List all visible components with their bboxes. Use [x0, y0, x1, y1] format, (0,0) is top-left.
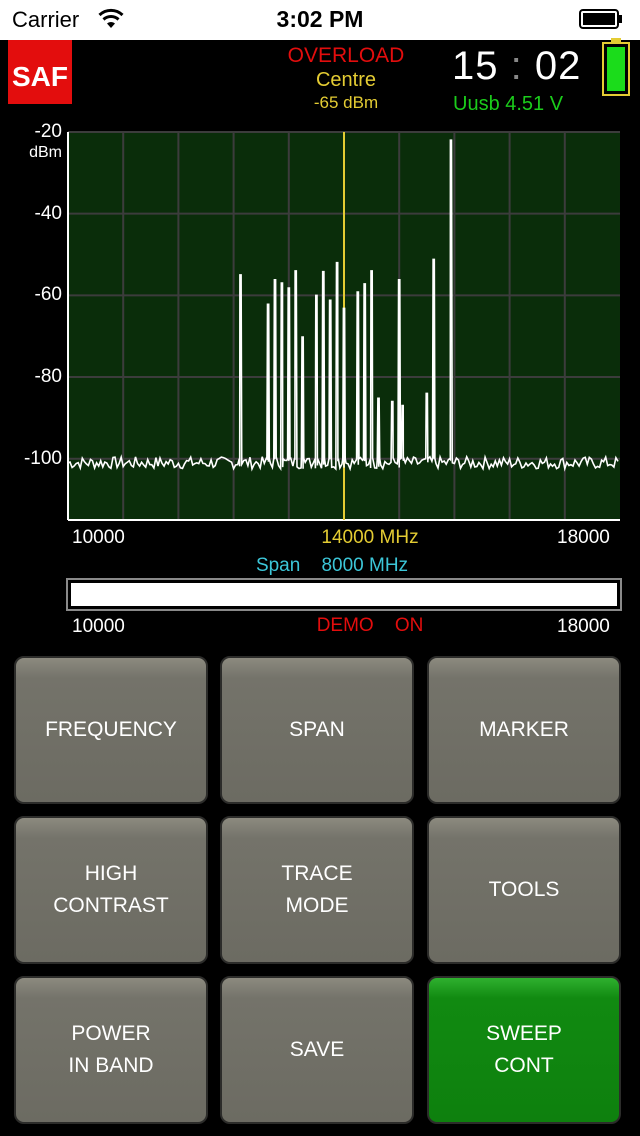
- freq-stop-label: 18000: [557, 527, 610, 548]
- range-start-label: 10000: [72, 616, 125, 637]
- range-slider-thumb[interactable]: [71, 583, 617, 606]
- frequency-range-slider[interactable]: [66, 578, 622, 611]
- clock-minutes: 02: [534, 44, 582, 88]
- frequency-button[interactable]: FREQUENCY: [14, 656, 208, 804]
- centre-level: -65 dBm: [313, 93, 379, 112]
- span-button[interactable]: SPAN: [220, 656, 414, 804]
- span-label: Span: [255, 555, 301, 576]
- overload-indicator: OVERLOAD: [287, 44, 405, 67]
- centre-frequency-unit: MHz: [379, 527, 419, 548]
- high-contrast-button[interactable]: HIGH CONTRAST: [14, 816, 208, 964]
- status-time: 3:02 PM: [276, 6, 364, 32]
- centre-label: Centre: [315, 69, 377, 91]
- marker-button[interactable]: MARKER: [427, 656, 621, 804]
- battery-icon: [579, 9, 622, 29]
- span-readout: Span 8000 MHz: [222, 555, 442, 577]
- demo-state: ON: [394, 615, 424, 636]
- status-bar: Carrier 3:02 PM: [0, 0, 640, 40]
- button-label-line1: TRACE: [281, 862, 353, 885]
- button-label: FREQUENCY: [45, 718, 177, 741]
- power-in-band-button[interactable]: POWER IN BAND: [14, 976, 208, 1124]
- trace-mode-button[interactable]: TRACE MODE: [220, 816, 414, 964]
- logo-text: SAF: [12, 61, 68, 92]
- span-value: 8000: [321, 555, 364, 576]
- button-label-line1: POWER: [71, 1022, 151, 1045]
- device-clock: 15 : 02: [452, 44, 581, 89]
- button-label-line2: CONT: [494, 1054, 554, 1077]
- sweep-cont-button[interactable]: SWEEP CONT: [427, 976, 621, 1124]
- save-button[interactable]: SAVE: [220, 976, 414, 1124]
- demo-label: DEMO: [316, 615, 374, 636]
- centre-frequency: 14000 MHz: [300, 527, 440, 549]
- clock-hours: 15: [452, 44, 499, 88]
- button-label-line2: CONTRAST: [53, 894, 169, 917]
- button-label-line2: MODE: [285, 894, 349, 917]
- device-battery-icon: [602, 38, 630, 96]
- span-unit: MHz: [369, 555, 409, 576]
- range-stop-label: 18000: [557, 616, 610, 637]
- usb-voltage: Uusb 4.51 V: [453, 93, 564, 115]
- button-label: TOOLS: [488, 878, 560, 901]
- button-label-line1: SWEEP: [486, 1022, 562, 1045]
- demo-status: DEMO ON: [290, 615, 450, 637]
- tools-button[interactable]: TOOLS: [427, 816, 621, 964]
- button-label: SAVE: [289, 1038, 345, 1061]
- button-label: MARKER: [479, 718, 569, 741]
- button-label-line1: HIGH: [84, 862, 138, 885]
- freq-start-label: 10000: [72, 527, 125, 548]
- button-label-line2: IN BAND: [68, 1054, 154, 1077]
- saf-logo: SAF: [8, 40, 72, 104]
- button-label: SPAN: [289, 718, 345, 741]
- spectrum-chart[interactable]: [0, 120, 640, 530]
- clock-separator: :: [510, 44, 523, 88]
- centre-frequency-value: 14000: [321, 527, 375, 548]
